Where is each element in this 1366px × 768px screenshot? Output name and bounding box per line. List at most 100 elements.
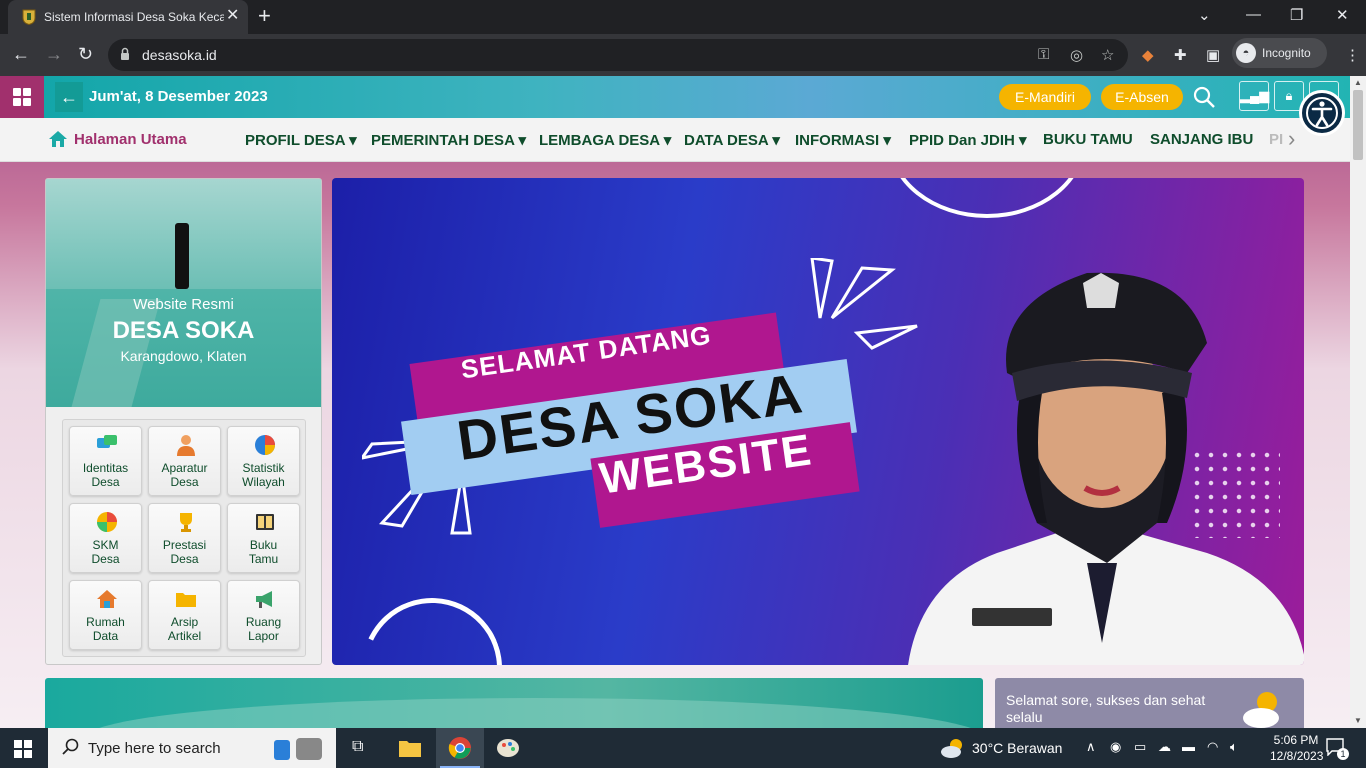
village-hero: Website Resmi DESA SOKA Karangdowo, Klat… xyxy=(46,179,321,407)
incognito-icon: ◓ xyxy=(1236,43,1256,63)
extensions-icon[interactable]: ✚ xyxy=(1174,46,1187,64)
back-icon[interactable]: ← xyxy=(12,44,30,64)
search-icon xyxy=(62,738,79,755)
panel-title: DESA SOKA xyxy=(112,317,255,344)
tray-volume-icon[interactable]: 🔈︎ xyxy=(1230,739,1238,755)
forward-icon[interactable]: → xyxy=(45,44,63,64)
browser-tab-strip: Sistem Informasi Desa Soka Kecamatan Kar… xyxy=(0,0,1366,34)
apps-grid-icon[interactable] xyxy=(0,76,44,118)
window-close-icon[interactable]: ✕ xyxy=(1336,6,1349,24)
clock-time: 5:06 PM xyxy=(1273,733,1319,747)
chat-bubbles-icon xyxy=(97,435,117,448)
menu-kebab-icon[interactable]: ⋮ xyxy=(1345,46,1360,64)
web-page: ← Jum'at, 8 Desember 2023 E-Mandiri E-Ab… xyxy=(0,76,1350,728)
greeting-text: Selamat sore, sukses dan sehat selalu xyxy=(1006,692,1206,725)
main-nav: Halaman Utama PROFIL DESA ▾ PEMERINTAH D… xyxy=(0,118,1350,162)
new-tab-icon[interactable]: + xyxy=(258,5,271,27)
nav-lembaga-desa[interactable]: LEMBAGA DESA ▾ xyxy=(539,131,671,149)
restore-icon[interactable]: ❐ xyxy=(1290,6,1303,24)
greeting-card: Selamat sore, sukses dan sehat selalu xyxy=(995,678,1304,728)
current-date: Jum'at, 8 Desember 2023 xyxy=(89,88,268,105)
search-icon[interactable] xyxy=(1192,84,1216,110)
tower-image xyxy=(175,223,189,289)
url-text: desasoka.id xyxy=(142,47,217,63)
tray-record-icon[interactable]: ◉ xyxy=(1110,739,1121,755)
home-icon xyxy=(49,131,67,147)
paint-icon[interactable] xyxy=(484,728,532,768)
taskbar-search-placeholder: Type here to search xyxy=(88,740,221,757)
tab-title: Sistem Informasi Desa Soka Kecamatan Kar… xyxy=(44,10,224,24)
page-scrollbar[interactable]: ▲ ▼ xyxy=(1350,76,1366,728)
windows-start-icon[interactable] xyxy=(14,740,32,758)
sidepanel-icon[interactable]: ▣ xyxy=(1206,46,1220,64)
folder-icon xyxy=(176,593,196,607)
megaphone-icon xyxy=(256,591,272,608)
tile-identitas-desa[interactable]: Identitas Desa xyxy=(69,426,142,496)
shortcut-grid: Identitas Desa Aparatur Desa Statistik Wila… xyxy=(62,419,306,657)
search-highlight-icon xyxy=(274,738,322,760)
welcome-banner[interactable]: SELAMAT DATANG DESA SOKA WEBSITE xyxy=(332,178,1304,665)
windows-taskbar: Type here to search ⧉ 30°C Berawan ∧ ◉ ▭… xyxy=(0,728,1366,768)
lock-icon xyxy=(121,47,129,60)
eye-off-icon[interactable]: ◎ xyxy=(1070,46,1083,64)
nav-informasi[interactable]: INFORMASI ▾ xyxy=(795,131,891,149)
key-icon[interactable]: ⚿ xyxy=(1038,46,1049,63)
pie-chart-icon xyxy=(255,435,275,455)
gauge-icon xyxy=(97,512,117,532)
book-icon xyxy=(256,514,274,530)
trophy-icon xyxy=(180,513,192,532)
chrome-icon[interactable] xyxy=(436,728,484,768)
star-icon[interactable]: ☆ xyxy=(1101,46,1114,64)
tile-rumah-data[interactable]: Rumah Data xyxy=(69,580,142,650)
house-icon xyxy=(97,590,117,608)
nav-buku-tamu[interactable]: BUKU TAMU xyxy=(1043,131,1133,148)
tile-prestasi-desa[interactable]: Prestasi Desa xyxy=(148,503,221,573)
incognito-badge[interactable]: ◓ Incognito xyxy=(1232,38,1327,68)
nav-data-desa[interactable]: DATA DESA ▾ xyxy=(684,131,780,149)
file-explorer-icon[interactable] xyxy=(386,728,434,768)
secondary-banner xyxy=(45,678,983,728)
accessibility-icon[interactable] xyxy=(1299,90,1345,136)
person-icon xyxy=(177,435,195,456)
task-view-icon[interactable]: ⧉ xyxy=(338,728,386,768)
tile-ruang-lapor[interactable]: Ruang Lapor xyxy=(227,580,300,650)
site-favicon-icon xyxy=(22,9,36,25)
taskbar-search-box[interactable]: Type here to search xyxy=(48,728,336,768)
nav-profil-desa[interactable]: PROFIL DESA ▾ xyxy=(245,131,357,149)
site-top-bar: ← Jum'at, 8 Desember 2023 E-Mandiri E-Ab… xyxy=(0,76,1350,118)
cloud-sun-icon xyxy=(941,739,962,758)
tile-statistik-wilayah[interactable]: Statistik Wilayah xyxy=(227,426,300,496)
nav-home-label: Halaman Utama xyxy=(74,131,187,148)
minimize-icon[interactable]: — xyxy=(1246,6,1261,23)
notification-count: 1 xyxy=(1337,748,1349,760)
tray-cloud-icon[interactable]: ☁ xyxy=(1158,739,1171,755)
tile-skm-desa[interactable]: SKM Desa xyxy=(69,503,142,573)
tray-wifi-icon[interactable]: ◠ xyxy=(1207,739,1218,755)
signal-bars-icon[interactable]: ▂▄▆ xyxy=(1239,81,1269,111)
nav-pemerintah-desa[interactable]: PEMERINTAH DESA ▾ xyxy=(371,131,526,149)
nav-truncated[interactable]: PI xyxy=(1269,131,1283,148)
metamask-icon[interactable]: ◆ xyxy=(1142,46,1154,64)
address-bar[interactable]: desasoka.id ⚿ ◎ ☆ xyxy=(108,39,1128,71)
back-arrow-icon[interactable]: ← xyxy=(55,82,83,112)
weather-sun-cloud-icon xyxy=(1243,692,1279,728)
tab-search-chevron-icon[interactable]: ⌄ xyxy=(1198,6,1211,24)
chevron-right-icon[interactable]: › xyxy=(1288,126,1295,152)
panel-subtitle: Website Resmi xyxy=(133,296,234,313)
tab-close-icon[interactable]: ✕ xyxy=(226,8,239,24)
e-mandiri-button[interactable]: E-Mandiri xyxy=(999,84,1091,110)
tile-buku-tamu[interactable]: Buku Tamu xyxy=(227,503,300,573)
tray-battery-icon[interactable]: ▬ xyxy=(1182,739,1195,754)
nav-sanjang-ibu[interactable]: SANJANG IBU xyxy=(1150,131,1253,148)
tile-aparatur-desa[interactable]: Aparatur Desa xyxy=(148,426,221,496)
clock-date: 12/8/2023 xyxy=(1270,749,1324,763)
tray-chevron-up-icon[interactable]: ∧ xyxy=(1086,739,1096,755)
e-absen-button[interactable]: E-Absen xyxy=(1101,84,1183,110)
tile-arsip-artikel[interactable]: Arsip Artikel xyxy=(148,580,221,650)
reload-icon[interactable]: ↻ xyxy=(78,44,93,64)
taskbar-clock[interactable]: 5:06 PM 12/8/2023 xyxy=(1270,732,1324,764)
nav-ppid-jdih[interactable]: PPID Dan JDIH ▾ xyxy=(909,131,1027,149)
tray-monitor-icon[interactable]: ▭ xyxy=(1134,739,1146,755)
village-head-portrait xyxy=(908,272,1304,665)
browser-tab[interactable]: Sistem Informasi Desa Soka Kecamatan Kar… xyxy=(8,0,248,34)
